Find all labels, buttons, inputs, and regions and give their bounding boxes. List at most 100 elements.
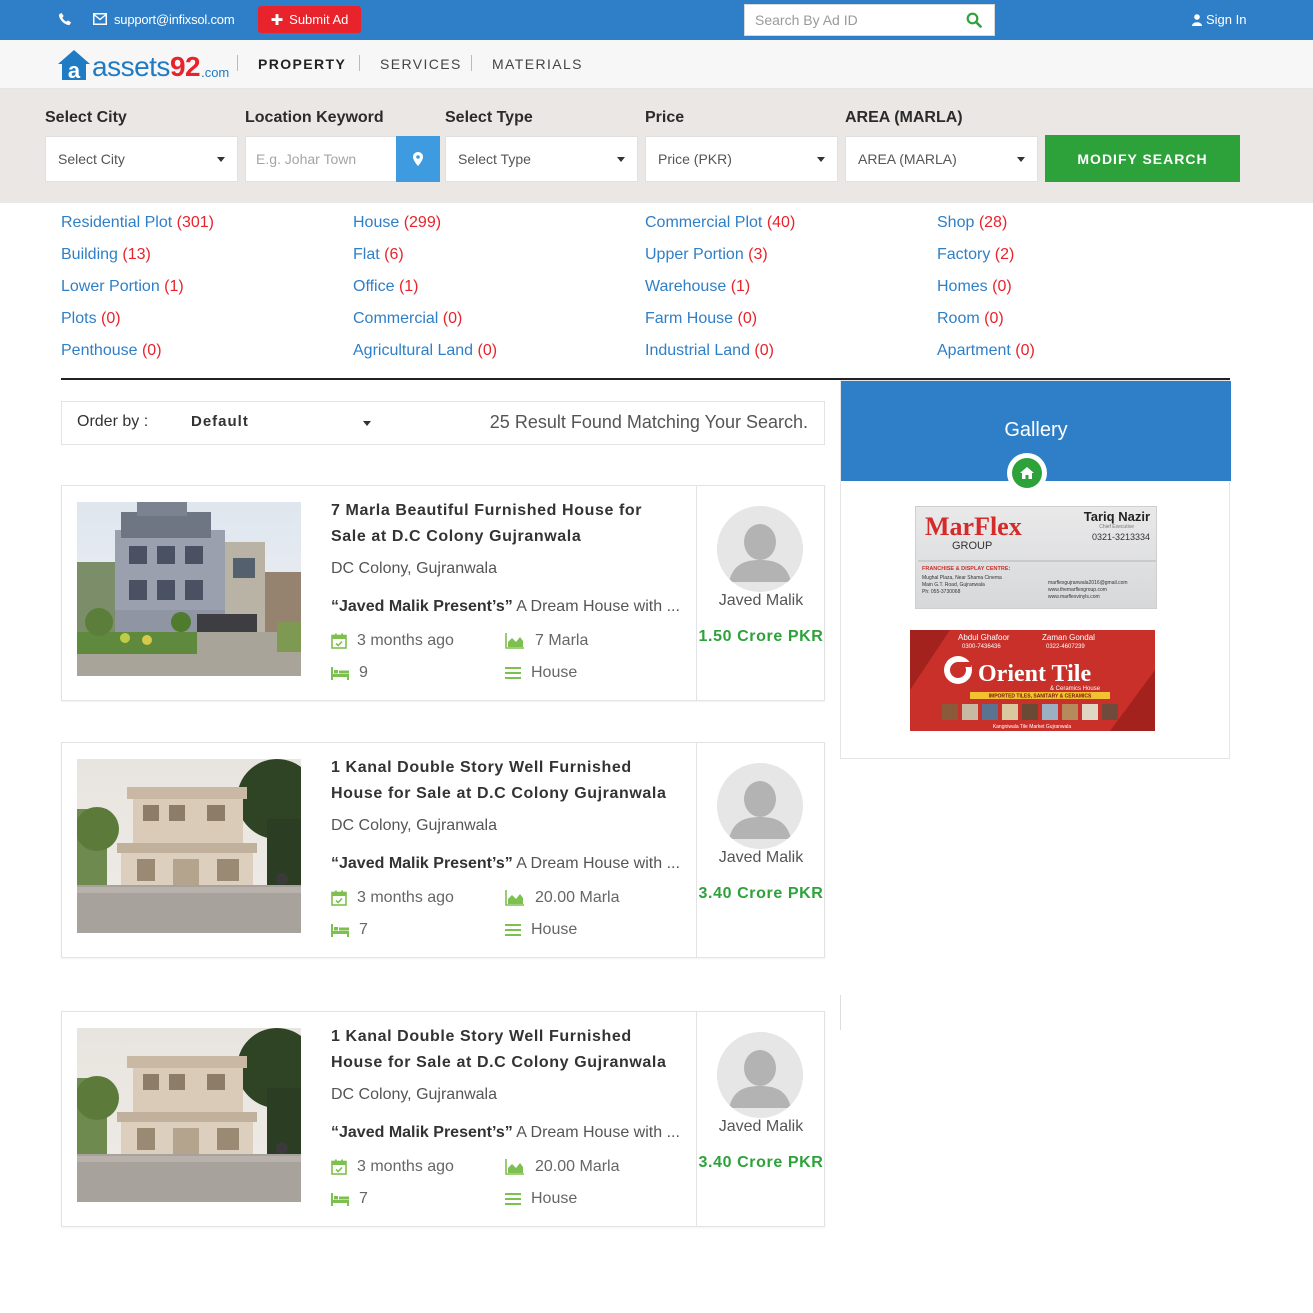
category-link[interactable]: Upper Portion (3) <box>645 246 768 264</box>
marflex-phone: 0321-3213334 <box>1092 532 1150 542</box>
category-link[interactable]: Agricultural Land (0) <box>353 342 497 360</box>
location-button[interactable] <box>396 136 440 182</box>
category-link[interactable]: Farm House (0) <box>645 310 757 328</box>
category-link[interactable]: Office (1) <box>353 278 419 296</box>
category-link[interactable]: Commercial (0) <box>353 310 462 328</box>
listing-area: 20.00 Marla <box>505 1158 620 1176</box>
orient-tile-graphic: Abdul Ghafoor 0300-7436436 Zaman Gondal … <box>910 630 1155 731</box>
category-link[interactable]: Commercial Plot (40) <box>645 214 795 232</box>
listing-posted-text: 3 months ago <box>357 1158 454 1175</box>
search-icon[interactable] <box>966 12 982 28</box>
home-icon-wrap <box>1012 458 1042 488</box>
category-count: (1) <box>164 278 184 295</box>
listing-beds-text: 7 <box>359 1190 368 1207</box>
logo-suffix: .com <box>201 65 230 80</box>
category-link[interactable]: Room (0) <box>937 310 1004 328</box>
logo-text-main: assets <box>92 51 170 82</box>
agent-name[interactable]: Javed Malik <box>696 849 826 867</box>
keyword-input[interactable] <box>246 137 396 181</box>
category-link[interactable]: Building (13) <box>61 246 151 264</box>
category-count: (299) <box>403 214 442 231</box>
nav-services[interactable]: SERVICES <box>380 56 462 72</box>
category-name: Warehouse <box>645 278 727 295</box>
listing-card[interactable]: 1 Kanal Double Story Well Furnished House… <box>61 1011 825 1227</box>
order-by-select[interactable]: Default <box>191 413 371 435</box>
orient-phone1: 0300-7436436 <box>962 644 1001 650</box>
list-icon <box>505 1193 521 1205</box>
caret-down-icon <box>363 421 371 426</box>
property-photo[interactable] <box>77 502 301 676</box>
agent-name[interactable]: Javed Malik <box>696 1118 826 1136</box>
area-chart-icon <box>505 1159 524 1175</box>
site-logo[interactable]: a assets92 .com <box>56 48 229 82</box>
modify-search-button[interactable]: MODIFY SEARCH <box>1045 135 1240 182</box>
category-link[interactable]: House (299) <box>353 214 441 232</box>
submit-ad-button[interactable]: ✚ Submit Ad <box>258 6 361 33</box>
listing-area: 20.00 Marla <box>505 889 620 907</box>
category-count: (2) <box>994 246 1015 263</box>
listing-card[interactable]: 1 Kanal Double Story Well Furnished House… <box>61 742 825 958</box>
category-link[interactable]: Homes (0) <box>937 278 1012 296</box>
gallery-widget: Gallery MarFlex GROUP Tariq Nazir Chief … <box>840 380 1231 759</box>
category-link[interactable]: Residential Plot (301) <box>61 214 214 232</box>
category-count: (301) <box>176 214 214 231</box>
support-email[interactable]: support@infixsol.com <box>114 12 235 27</box>
keyword-label: Location Keyword <box>245 109 384 126</box>
city-select[interactable]: Select City <box>45 136 238 182</box>
category-name: Penthouse <box>61 342 138 359</box>
category-link[interactable]: Shop (28) <box>937 214 1007 232</box>
nav-property[interactable]: PROPERTY <box>258 56 346 72</box>
category-link[interactable]: Factory (2) <box>937 246 1014 264</box>
agent-avatar[interactable] <box>717 1032 803 1118</box>
category-link[interactable]: Industrial Land (0) <box>645 342 774 360</box>
listing-description-bold: “Javed Malik Present’s” <box>331 598 513 615</box>
category-link[interactable]: Warehouse (1) <box>645 278 750 296</box>
type-select[interactable]: Select Type <box>445 136 638 182</box>
agent-avatar[interactable] <box>717 506 803 592</box>
calendar-icon <box>331 890 347 906</box>
user-icon <box>1192 13 1202 26</box>
ad-id-search-input[interactable] <box>745 5 960 35</box>
property-photo[interactable] <box>77 759 301 933</box>
category-link[interactable]: Penthouse (0) <box>61 342 162 360</box>
listing-title[interactable]: 7 Marla Beautiful Furnished House for Sal… <box>331 498 671 550</box>
price-select[interactable]: Price (PKR) <box>645 136 838 182</box>
category-name: Factory <box>937 246 991 263</box>
listing-area-text: 20.00 Marla <box>535 1158 620 1175</box>
listing-title-line: 1 Kanal Double Story Well Furnished <box>331 1028 632 1045</box>
gallery-ad-orient-tile[interactable]: Abdul Ghafoor 0300-7436436 Zaman Gondal … <box>910 630 1155 731</box>
house-logo-icon: a <box>58 50 90 82</box>
listing-beds: 7 <box>331 921 368 939</box>
listing-card[interactable]: 7 Marla Beautiful Furnished House for Sal… <box>61 485 825 701</box>
listing-title[interactable]: 1 Kanal Double Story Well Furnished House… <box>331 1024 671 1076</box>
marflex-person: Tariq Nazir <box>1084 509 1150 524</box>
listing-title[interactable]: 1 Kanal Double Story Well Furnished House… <box>331 755 671 807</box>
category-count: (0) <box>992 278 1012 295</box>
gallery-title: Gallery <box>1004 419 1068 441</box>
gallery-ad-marflex[interactable]: MarFlex GROUP Tariq Nazir Chief Executiv… <box>915 506 1157 609</box>
marflex-franchise: FRANCHISE & DISPLAY CENTRE: <box>922 566 1010 572</box>
category-link[interactable]: Plots (0) <box>61 310 121 328</box>
category-link[interactable]: Apartment (0) <box>937 342 1035 360</box>
marflex-address3: Ph: 055-3730068 <box>922 589 961 595</box>
agent-avatar[interactable] <box>717 763 803 849</box>
listing-description: “Javed Malik Present’s” A Dream House wi… <box>331 855 680 873</box>
area-select[interactable]: AREA (MARLA) <box>845 136 1038 182</box>
category-name: Apartment <box>937 342 1011 359</box>
area-chart-icon <box>505 633 524 649</box>
category-count: (0) <box>442 310 463 327</box>
category-link[interactable]: Flat (6) <box>353 246 404 264</box>
price-label: Price <box>645 109 685 126</box>
property-photo[interactable] <box>77 1028 301 1202</box>
listing-location: DC Colony, Gujranwala <box>331 560 497 577</box>
listing-area: 7 Marla <box>505 632 588 650</box>
listing-posted-text: 3 months ago <box>357 632 454 649</box>
nav-materials[interactable]: MATERIALS <box>492 56 583 72</box>
agent-name[interactable]: Javed Malik <box>696 592 826 610</box>
map-marker-icon <box>413 152 423 166</box>
bed-icon <box>331 924 349 937</box>
sign-in-link[interactable]: Sign In <box>1192 12 1246 27</box>
marflex-address1: Mughal Plaza, Near Shama Cinema <box>922 575 1002 581</box>
listing-area-text: 20.00 Marla <box>535 889 620 906</box>
category-link[interactable]: Lower Portion (1) <box>61 278 184 296</box>
